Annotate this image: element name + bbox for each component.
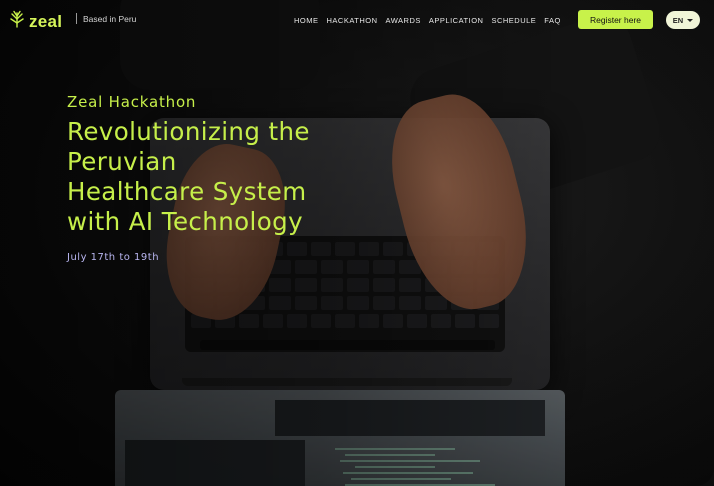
language-selector[interactable]: EN (666, 11, 700, 29)
hero-eyebrow: Zeal Hackathon (67, 93, 197, 111)
headline-line: with AI Technology (67, 207, 303, 236)
nav-item-awards[interactable]: AWARDS (386, 16, 421, 25)
background-overlay (0, 0, 714, 486)
hero-headline: Revolutionizing the Peruvian Healthcare … (67, 117, 427, 237)
headline-line: Revolutionizing the (67, 117, 310, 146)
nav-item-hackathon[interactable]: HACKATHON (327, 16, 378, 25)
brand-tagline: Based in Peru (83, 13, 137, 24)
site-header: zeal Based in Peru HOME HACKATHON AWARDS… (0, 0, 714, 40)
brand-tagline-group: Based in Peru (76, 13, 136, 24)
nav-item-schedule[interactable]: SCHEDULE (491, 16, 536, 25)
nav-item-faq[interactable]: FAQ (544, 16, 561, 25)
brand-logo[interactable]: zeal (9, 10, 62, 33)
tagline-divider (76, 13, 77, 24)
hero-section (0, 0, 714, 486)
brand-name: zeal (29, 11, 63, 31)
main-nav: HOME HACKATHON AWARDS APPLICATION SCHEDU… (294, 16, 561, 25)
headline-line: Peruvian (67, 147, 177, 176)
register-button[interactable]: Register here (578, 10, 653, 29)
language-label: EN (672, 15, 684, 25)
nav-item-home[interactable]: HOME (294, 16, 319, 25)
nav-item-application[interactable]: APPLICATION (429, 16, 484, 25)
tree-logo-icon (9, 10, 25, 33)
event-dates: July 17th to 19th (67, 252, 160, 263)
caret-down-icon (687, 18, 694, 22)
headline-line: Healthcare System (67, 177, 307, 206)
